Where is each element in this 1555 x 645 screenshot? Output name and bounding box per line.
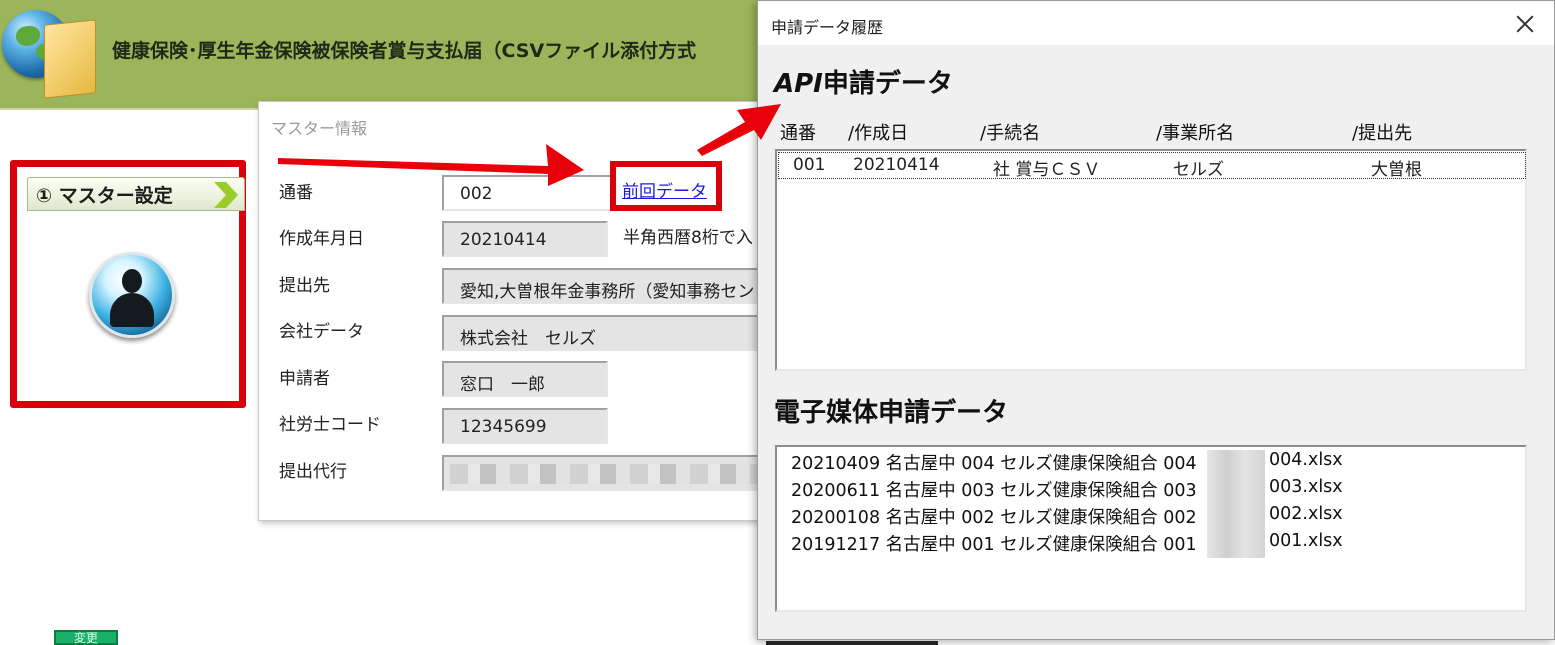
api-heading-suffix: 申請データ xyxy=(822,69,953,99)
row-office: セルズ xyxy=(1173,160,1224,180)
row-procedure: 社 賞与ＣＳＶ xyxy=(993,160,1101,180)
applicant-field[interactable]: 窓口 一郎 xyxy=(442,361,608,397)
row-date: 20210414 xyxy=(853,155,940,175)
file-name-prefix: 20210409 名古屋中 004 セルズ健康保険組合 004 xyxy=(791,454,1197,474)
file-name-prefix: 20200108 名古屋中 002 セルズ健康保険組合 002 xyxy=(791,508,1197,528)
file-name-suffix: 003.xlsx xyxy=(1269,477,1343,497)
file-name-prefix: 20191217 名古屋中 001 セルズ健康保険組合 001 xyxy=(791,535,1197,555)
redacted-blur xyxy=(450,464,770,484)
master-info-title: マスター情報 xyxy=(271,119,368,138)
api-section-heading: API申請データ xyxy=(774,63,953,100)
step-tab[interactable]: ① マスター設定 xyxy=(27,177,245,211)
prev-data-highlight: 前回データ xyxy=(610,161,722,211)
creation-date-field[interactable]: 20210414 xyxy=(442,221,608,257)
col-header-serial: 通番 xyxy=(780,123,816,144)
history-dialog: 申請データ履歴 API申請データ 通番 /作成日 /手続名 /事業所名 /提出先… xyxy=(757,0,1555,640)
col-header-office: /事業所名 xyxy=(1156,123,1235,144)
user-icon[interactable] xyxy=(89,252,175,338)
sharoushi-code-field[interactable]: 12345699 xyxy=(442,408,608,444)
serial-number-field[interactable]: 002 xyxy=(442,175,612,211)
creation-date-label: 作成年月日 xyxy=(279,229,364,249)
step-label: ① マスター設定 xyxy=(36,185,173,207)
redacted-blur xyxy=(1207,477,1265,504)
redacted-blur xyxy=(1207,450,1265,477)
history-dialog-title: 申請データ履歴 xyxy=(771,18,884,37)
media-section-heading: 電子媒体申請データ xyxy=(774,398,1009,428)
applicant-label: 申請者 xyxy=(279,369,330,389)
master-setting-step-card[interactable]: ① マスター設定 xyxy=(10,160,246,408)
master-info-window: マスター情報 通番 002 前回データ 作成年月日 20210414 半角西暦8… xyxy=(258,101,780,521)
row-destination: 大曽根 xyxy=(1371,160,1422,180)
history-titlebar: 申請データ履歴 xyxy=(758,1,1554,45)
col-header-procedure: /手続名 xyxy=(980,123,1041,144)
submission-agent-field[interactable] xyxy=(442,455,772,491)
sharoushi-code-label: 社労士コード xyxy=(279,415,381,435)
destination-field[interactable]: 愛知,大曽根年金事務所（愛知事務セン xyxy=(442,268,772,304)
change-button-fragment[interactable]: 変更 xyxy=(54,630,118,645)
file-name-suffix: 002.xlsx xyxy=(1269,504,1343,524)
date-format-note: 半角西暦8桁で入 xyxy=(623,228,753,248)
company-data-label: 会社データ xyxy=(279,322,364,342)
row-serial: 001 xyxy=(793,155,826,175)
serial-number-label: 通番 xyxy=(279,183,313,203)
col-header-date: /作成日 xyxy=(848,123,909,144)
prev-data-link[interactable]: 前回データ xyxy=(622,177,707,202)
folder-icon xyxy=(44,19,96,99)
media-data-list[interactable]: 20210409 名古屋中 004 セルズ健康保険組合 004 004.xlsx… xyxy=(775,445,1527,612)
api-heading-prefix: API xyxy=(774,69,823,99)
redacted-blur xyxy=(1207,504,1265,531)
file-name-suffix: 004.xlsx xyxy=(1269,450,1343,470)
col-header-destination: /提出先 xyxy=(1352,123,1413,144)
destination-label: 提出先 xyxy=(279,276,330,296)
close-icon[interactable] xyxy=(1510,9,1540,39)
list-item[interactable]: 001 20210414 社 賞与ＣＳＶ セルズ 大曽根 xyxy=(778,152,1526,180)
file-name-prefix: 20200611 名古屋中 003 セルズ健康保険組合 003 xyxy=(791,481,1197,501)
company-data-field[interactable]: 株式会社 セルズ xyxy=(442,315,772,351)
file-name-suffix: 001.xlsx xyxy=(1269,531,1343,551)
app-title: 健康保険･厚生年金保険被保険者賞与支払届（CSVファイル添付方式 xyxy=(112,40,697,62)
submission-agent-label: 提出代行 xyxy=(279,462,347,482)
api-data-list[interactable]: 001 20210414 社 賞与ＣＳＶ セルズ 大曽根 xyxy=(775,149,1527,371)
redacted-blur xyxy=(1207,531,1265,558)
button-edge xyxy=(766,641,938,645)
chevron-right-icon xyxy=(214,182,238,208)
